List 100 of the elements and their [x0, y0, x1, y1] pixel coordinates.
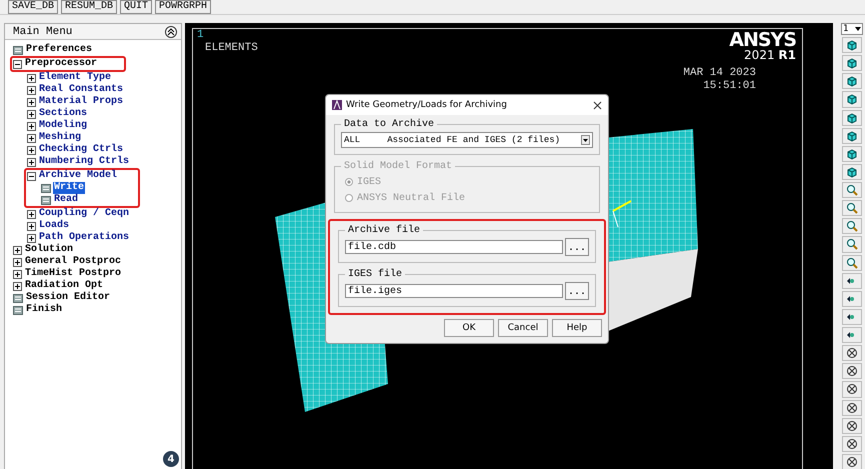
menu-item[interactable]: Session Editor: [25, 292, 112, 304]
expand-icon[interactable]: [13, 282, 22, 290]
page-icon: [13, 306, 23, 314]
collapse-icon[interactable]: [13, 60, 22, 68]
toolbar-button[interactable]: [842, 454, 862, 469]
menu-item[interactable]: Coupling / Ceqn: [38, 208, 130, 220]
expand-icon[interactable]: [27, 74, 36, 82]
toolbar-button[interactable]: [842, 146, 862, 162]
expand-icon[interactable]: [27, 210, 36, 218]
toolbar-button[interactable]: [842, 55, 862, 72]
menu-item[interactable]: Write: [53, 182, 86, 194]
magnifier-icon: [846, 184, 858, 196]
toolbar-button[interactable]: [842, 272, 862, 289]
radio-label: ANSYS Neutral File: [357, 192, 466, 204]
close-icon[interactable]: [593, 100, 602, 110]
magnifier-icon: [846, 202, 858, 214]
expand-icon[interactable]: [27, 122, 36, 130]
menu-item[interactable]: Material Props: [38, 96, 124, 108]
expand-icon[interactable]: [13, 258, 22, 266]
toolbar-button[interactable]: SAVE_DB: [8, 0, 58, 14]
toolbar-button[interactable]: [842, 345, 862, 362]
expand-icon[interactable]: [13, 246, 22, 254]
toolbar-button[interactable]: [842, 182, 862, 198]
expand-icon[interactable]: [27, 86, 36, 94]
time-text: 15:51:01: [703, 80, 756, 93]
menu-item[interactable]: General Postproc: [24, 256, 122, 268]
menu-item[interactable]: Sections: [38, 108, 88, 120]
toolbar-button[interactable]: POWRGRPH: [155, 0, 212, 14]
menu-item[interactable]: Loads: [38, 220, 70, 232]
window-select[interactable]: 1: [841, 23, 863, 35]
expand-icon[interactable]: [27, 222, 36, 230]
menu-item[interactable]: Modeling: [38, 120, 88, 132]
group-label: Solid Model Format: [343, 161, 454, 172]
menu-item[interactable]: Read: [53, 194, 80, 206]
menu-item[interactable]: Checking Ctrls: [38, 144, 124, 156]
expand-icon[interactable]: [27, 146, 36, 154]
toolbar-button[interactable]: [842, 91, 862, 108]
group-label: Archive file: [347, 225, 422, 236]
menu-item[interactable]: Element Type: [38, 72, 112, 84]
dialog-button[interactable]: OK: [444, 319, 494, 337]
toolbar-button[interactable]: [842, 218, 862, 234]
page-icon: [13, 294, 23, 302]
toolbar-button[interactable]: QUIT: [120, 0, 152, 14]
menu-item[interactable]: Radiation Opt: [24, 280, 104, 292]
expand-icon[interactable]: [13, 270, 22, 278]
menu-item[interactable]: Meshing: [38, 132, 82, 144]
collapse-icon[interactable]: [27, 172, 36, 180]
browse-button[interactable]: ...: [565, 282, 589, 300]
toolbar-button[interactable]: [842, 200, 862, 216]
toolbar-button[interactable]: [842, 436, 862, 452]
menu-item[interactable]: Solution: [24, 244, 74, 256]
dropdown-arrow-icon: [855, 26, 861, 32]
page-icon: [41, 196, 51, 204]
toolbar-button[interactable]: [842, 363, 862, 380]
menu-item[interactable]: Real Constants: [38, 84, 124, 96]
toolbar-button[interactable]: [842, 110, 862, 126]
toolbar-button[interactable]: [842, 381, 862, 398]
expand-icon[interactable]: [27, 134, 36, 142]
radio-label: IGES: [357, 176, 382, 188]
file-field[interactable]: file.iges: [345, 284, 563, 298]
dialog-button[interactable]: Help: [552, 319, 602, 337]
toolbar-button[interactable]: [842, 400, 862, 416]
app-icon: [332, 100, 342, 110]
toolbar-button[interactable]: [842, 308, 862, 325]
toolbar-button[interactable]: [842, 254, 862, 271]
menu-item[interactable]: Finish: [25, 304, 64, 316]
magnifier-icon: [846, 220, 858, 232]
dropdown[interactable]: ALL Associated FE and IGES (2 files): [341, 132, 593, 148]
toolbar-button[interactable]: RESUM_DB: [61, 0, 118, 14]
toolbar-button[interactable]: [842, 73, 862, 90]
browse-button[interactable]: ...: [565, 238, 589, 256]
page-icon: [13, 46, 23, 54]
toolbar-button[interactable]: [842, 37, 862, 54]
dialog-title: Write Geometry/Loads for Archiving: [346, 100, 508, 110]
page-icon: [41, 184, 51, 192]
menu-item[interactable]: TimeHist Postpro: [24, 268, 122, 280]
file-field[interactable]: file.cdb: [345, 240, 563, 254]
axis-triad: [612, 200, 632, 228]
expand-icon[interactable]: [27, 98, 36, 106]
version-text: 2021 R1: [744, 48, 796, 62]
dialog-button[interactable]: Cancel: [498, 319, 548, 337]
menu-item[interactable]: Path Operations: [38, 232, 130, 244]
expand-icon[interactable]: [27, 110, 36, 118]
toolbar-button[interactable]: [842, 164, 862, 180]
toolbar-button[interactable]: [842, 418, 862, 434]
cube-icon: [846, 112, 858, 124]
collapse-panel-icon[interactable]: [165, 26, 177, 38]
window-number: 1: [197, 29, 204, 41]
toolbar-button[interactable]: [842, 290, 862, 307]
cube-icon: [846, 75, 858, 88]
toolbar-button[interactable]: [842, 128, 862, 144]
menu-item[interactable]: Numbering Ctrls: [38, 156, 130, 168]
expand-icon[interactable]: [27, 158, 36, 166]
expand-icon[interactable]: [27, 234, 36, 242]
toolbar-button[interactable]: [842, 327, 862, 344]
menu-item[interactable]: Preferences: [25, 44, 94, 56]
menu-item[interactable]: Archive Model: [38, 170, 118, 182]
toolbar-button[interactable]: [842, 236, 862, 252]
cube-icon: [846, 93, 858, 106]
menu-item[interactable]: Preprocessor: [24, 58, 98, 70]
